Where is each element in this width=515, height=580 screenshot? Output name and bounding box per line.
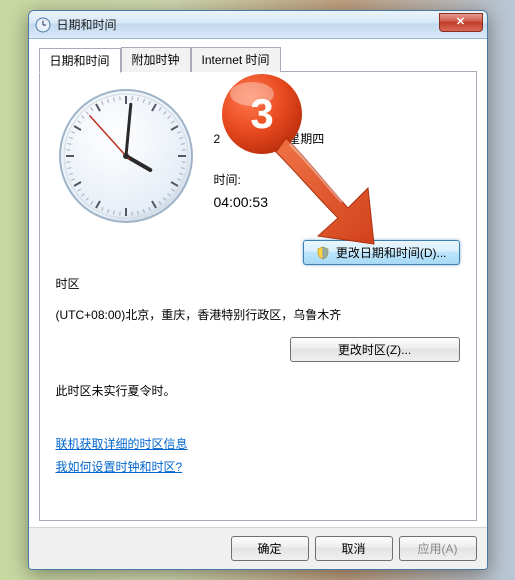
tab-additional-clocks[interactable]: 附加时钟: [121, 47, 191, 72]
close-button[interactable]: ✕: [439, 13, 483, 32]
shield-icon: [316, 246, 330, 260]
analog-clock: [56, 86, 196, 226]
tabpanel-datetime: 2 0000-00-00 星期四 时间: 04:00:53 更改日期和时间(D)…: [39, 71, 477, 521]
ok-button[interactable]: 确定: [231, 536, 309, 561]
dst-note: 此时区未实行夏令时。: [56, 382, 460, 399]
apply-button[interactable]: 应用(A): [399, 536, 477, 561]
tab-internet-time[interactable]: Internet 时间: [191, 47, 281, 72]
cancel-button[interactable]: 取消: [315, 536, 393, 561]
link-online-tz-info[interactable]: 联机获取详细的时区信息: [56, 435, 188, 452]
time-label: 时间:: [214, 171, 460, 188]
link-how-to-set[interactable]: 我如何设置时钟和时区?: [56, 458, 183, 475]
date-value-partial: 2: [214, 132, 221, 146]
time-value: 04:00:53: [214, 194, 460, 210]
weekday-value: 星期四: [288, 132, 324, 146]
change-timezone-button[interactable]: 更改时区(Z)...: [290, 337, 460, 362]
datetime-window: 日期和时间 ✕ 日期和时间 附加时钟 Internet 时间: [28, 10, 488, 570]
change-datetime-button[interactable]: 更改日期和时间(D)...: [303, 240, 459, 265]
window-title: 日期和时间: [57, 16, 117, 33]
timezone-value: (UTC+08:00)北京，重庆，香港特别行政区，乌鲁木齐: [56, 306, 460, 323]
clock-face-icon: [56, 86, 196, 226]
clock-icon: [35, 17, 51, 33]
titlebar[interactable]: 日期和时间 ✕: [29, 11, 487, 39]
tab-datetime[interactable]: 日期和时间: [39, 48, 121, 73]
dialog-footer: 确定 取消 应用(A): [29, 527, 487, 569]
tabstrip: 日期和时间 附加时钟 Internet 时间: [39, 47, 477, 72]
timezone-label: 时区: [56, 275, 460, 292]
